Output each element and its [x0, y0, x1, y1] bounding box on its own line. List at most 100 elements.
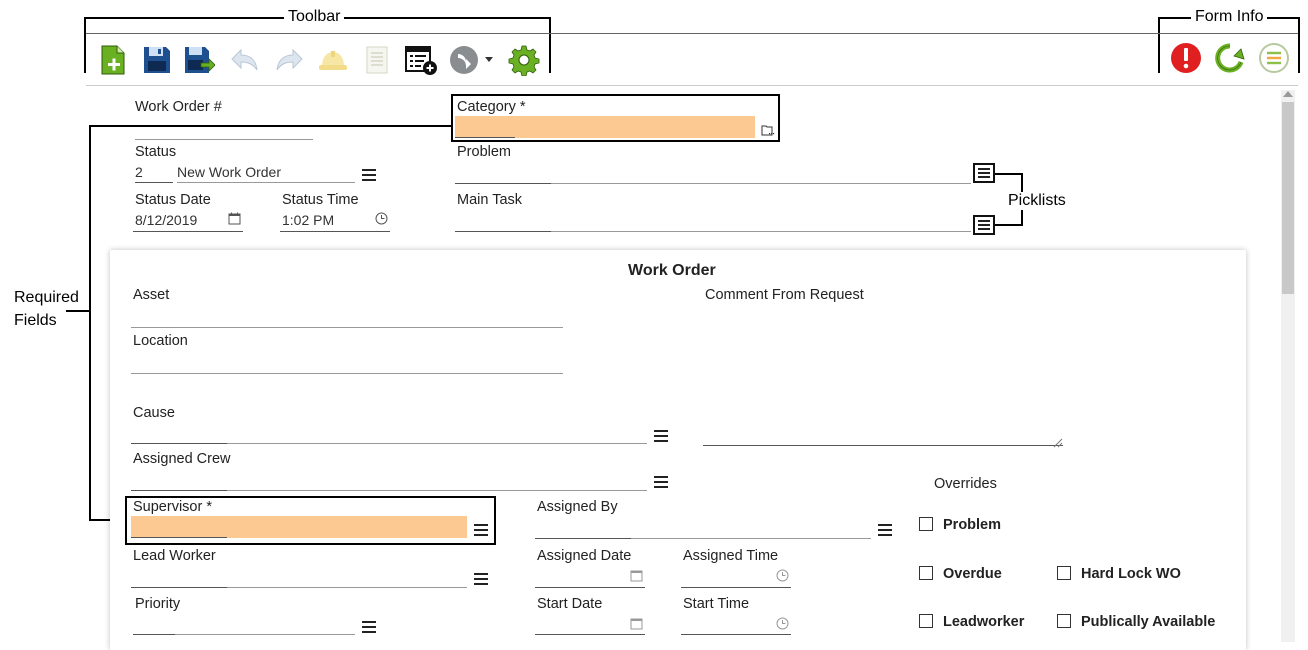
- hardhat-icon[interactable]: [317, 44, 349, 76]
- status-picklist-icon[interactable]: [362, 169, 376, 181]
- assigned-by-picklist-icon[interactable]: [878, 524, 892, 536]
- required-bracket-vertical: [89, 125, 91, 521]
- problem-override-checkbox[interactable]: [919, 517, 933, 531]
- redo-icon[interactable]: [273, 44, 305, 76]
- cause-input[interactable]: [131, 443, 227, 444]
- leadworker-override-checkbox[interactable]: [919, 614, 933, 628]
- overdue-override-label: Overdue: [943, 566, 1002, 582]
- problem-input[interactable]: [455, 183, 551, 184]
- work-order-number-label: Work Order #: [135, 99, 222, 115]
- assigned-time-input[interactable]: [681, 587, 791, 588]
- toolbar-annotation: Toolbar: [284, 8, 345, 26]
- cause-underline: [227, 443, 647, 444]
- status-time-label: Status Time: [282, 192, 359, 208]
- refresh-icon[interactable]: [1214, 42, 1246, 74]
- status-time-input[interactable]: 1:02 PM: [282, 212, 334, 228]
- add-list-icon[interactable]: [404, 44, 437, 76]
- lead-worker-label: Lead Worker: [133, 548, 216, 564]
- hard-lock-label: Hard Lock WO: [1081, 566, 1181, 582]
- assigned-crew-picklist-icon[interactable]: [654, 476, 668, 488]
- document-icon[interactable]: [361, 44, 393, 76]
- priority-picklist-icon[interactable]: [362, 621, 376, 633]
- problem-picklist-icon[interactable]: [973, 163, 995, 183]
- resize-handle-icon[interactable]: [1053, 435, 1063, 453]
- publically-available-checkbox[interactable]: [1057, 614, 1071, 628]
- start-date-calendar-icon[interactable]: [630, 617, 643, 635]
- lead-worker-input[interactable]: [131, 587, 227, 588]
- overrides-label: Overrides: [934, 476, 997, 492]
- assigned-date-input[interactable]: [535, 587, 645, 588]
- assigned-by-label: Assigned By: [537, 499, 618, 515]
- assigned-crew-input[interactable]: [131, 490, 227, 491]
- form-info-bracket-right: [1298, 17, 1300, 73]
- main-task-label: Main Task: [457, 192, 523, 208]
- assigned-by-underline: [631, 538, 871, 539]
- publically-available-label: Publically Available: [1081, 614, 1216, 630]
- problem-underline: [551, 183, 971, 184]
- comment-label: Comment From Request: [705, 287, 864, 303]
- status-text-underline: [177, 182, 355, 183]
- asset-input[interactable]: [131, 327, 563, 328]
- toolbar-bracket-left: [84, 17, 86, 73]
- calendar-icon[interactable]: [228, 212, 241, 230]
- list-icon[interactable]: [1258, 42, 1290, 74]
- arrow-dropdown-icon[interactable]: [448, 44, 494, 76]
- location-label: Location: [133, 333, 188, 349]
- hard-lock-checkbox[interactable]: [1057, 566, 1071, 580]
- required-fields-annotation-line1: Required: [14, 289, 79, 307]
- required-fields-annotation-line2: Fields: [14, 312, 57, 330]
- problem-label: Problem: [457, 144, 511, 160]
- start-date-label: Start Date: [537, 596, 603, 612]
- overdue-override-checkbox[interactable]: [919, 566, 933, 580]
- new-record-icon[interactable]: [97, 44, 129, 76]
- cause-picklist-icon[interactable]: [654, 430, 668, 442]
- assigned-date-calendar-icon[interactable]: [630, 569, 643, 587]
- lead-worker-picklist-icon[interactable]: [474, 573, 488, 585]
- category-label: Category *: [457, 99, 526, 115]
- priority-label: Priority: [135, 596, 181, 612]
- problem-override-label: Problem: [943, 517, 1002, 533]
- main-task-picklist-icon[interactable]: [973, 215, 995, 235]
- scrollbar-thumb[interactable]: [1282, 102, 1294, 294]
- undo-icon[interactable]: [229, 44, 261, 76]
- assigned-date-label: Assigned Date: [537, 548, 632, 564]
- comment-textarea[interactable]: [703, 445, 1063, 446]
- settings-gear-icon[interactable]: [508, 44, 540, 77]
- picklists-annotation: Picklists: [1006, 192, 1068, 210]
- status-code-input[interactable]: 2: [135, 164, 143, 180]
- picklists-bracket-top: [995, 173, 1023, 175]
- form-info-bracket-left: [1158, 17, 1160, 73]
- clock-icon[interactable]: [375, 212, 388, 230]
- category-input[interactable]: [455, 116, 755, 138]
- picklists-bracket-bottom: [995, 224, 1023, 226]
- alert-icon[interactable]: [1170, 42, 1202, 74]
- location-input[interactable]: [131, 373, 563, 374]
- assigned-time-label: Assigned Time: [683, 548, 779, 564]
- required-bracket-pointer: [66, 310, 90, 312]
- save-icon[interactable]: [141, 44, 173, 76]
- supervisor-underline: [131, 537, 227, 538]
- priority-underline: [175, 634, 355, 635]
- folder-browse-icon[interactable]: [761, 123, 776, 141]
- leadworker-override-label: Leadworker: [943, 614, 1025, 630]
- start-time-clock-icon[interactable]: [776, 617, 789, 635]
- start-time-input[interactable]: [681, 634, 791, 635]
- toolbar-bottom-border: [86, 85, 1298, 86]
- scroll-up-arrow-icon[interactable]: [1283, 91, 1293, 97]
- status-date-input[interactable]: 8/12/2019: [135, 212, 197, 228]
- status-code-underline: [135, 182, 173, 183]
- assigned-time-clock-icon[interactable]: [776, 569, 789, 587]
- work-order-number-input[interactable]: [135, 139, 313, 140]
- lead-worker-underline: [227, 587, 467, 588]
- status-date-underline: [133, 231, 243, 232]
- supervisor-picklist-icon[interactable]: [474, 524, 488, 536]
- asset-label: Asset: [133, 287, 170, 303]
- priority-input[interactable]: [133, 634, 175, 635]
- supervisor-input[interactable]: [131, 516, 467, 538]
- toolbar-bracket-right: [549, 17, 551, 73]
- assigned-by-input[interactable]: [535, 538, 631, 539]
- form-info-annotation: Form Info: [1191, 8, 1268, 26]
- start-date-input[interactable]: [535, 634, 645, 635]
- save-and-exit-icon[interactable]: [183, 44, 216, 76]
- main-task-input[interactable]: [455, 231, 551, 232]
